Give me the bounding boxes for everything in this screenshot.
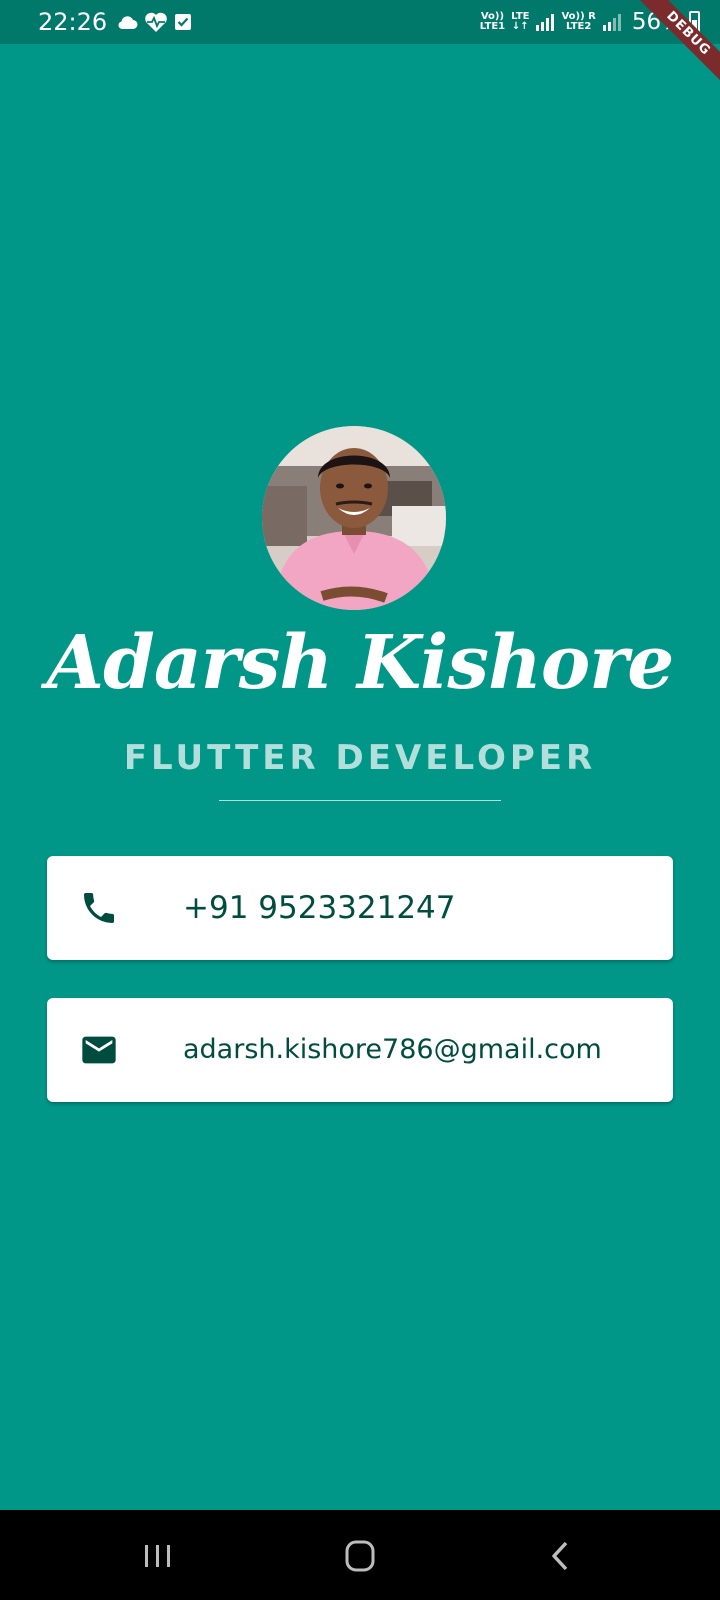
email-icon bbox=[82, 1036, 116, 1064]
profile-photo bbox=[262, 426, 446, 610]
signal-1-icon bbox=[536, 14, 555, 31]
divider bbox=[219, 800, 501, 801]
battery-icon bbox=[689, 11, 700, 33]
profile-role: FLUTTER DEVELOPER bbox=[123, 738, 597, 778]
email-card[interactable]: adarsh.kishore786@gmail.com bbox=[47, 998, 673, 1102]
email-address: adarsh.kishore786@gmail.com bbox=[183, 1034, 602, 1065]
signal-2-icon bbox=[602, 14, 621, 31]
lte-bottom-label: ↓↑ bbox=[511, 21, 529, 32]
battery-percent: 56% bbox=[631, 9, 683, 35]
profile-avatar bbox=[262, 426, 446, 610]
lte-indicator: LTE ↓↑ bbox=[511, 12, 529, 32]
phone-card[interactable]: +91 9523321247 bbox=[47, 856, 673, 960]
status-bar: 22:26 Vo)) LTE1 LTE ↓↑ Vo)) R LTE2 56% bbox=[0, 0, 720, 44]
profile-name: Adarsh Kishore bbox=[46, 620, 675, 706]
sim2-bottom-label: LTE2 bbox=[566, 21, 592, 32]
heart-monitor-icon bbox=[145, 12, 167, 32]
status-right: Vo)) LTE1 LTE ↓↑ Vo)) R LTE2 56% bbox=[480, 6, 700, 38]
recent-apps-icon[interactable] bbox=[138, 1538, 178, 1574]
sim1-bottom-label: LTE1 bbox=[479, 21, 506, 32]
home-icon[interactable] bbox=[340, 1538, 380, 1574]
cloud-icon bbox=[118, 16, 138, 29]
phone-number: +91 9523321247 bbox=[183, 890, 456, 926]
sim2-indicator: Vo)) R LTE2 bbox=[561, 12, 595, 32]
status-time: 22:26 bbox=[38, 8, 108, 36]
phone-icon bbox=[84, 893, 114, 923]
back-icon[interactable] bbox=[542, 1538, 582, 1574]
status-left-icons bbox=[116, 10, 192, 34]
navigation-bar bbox=[0, 1510, 720, 1600]
sim1-indicator: Vo)) LTE1 bbox=[480, 12, 505, 32]
checkbox-icon bbox=[175, 14, 191, 30]
